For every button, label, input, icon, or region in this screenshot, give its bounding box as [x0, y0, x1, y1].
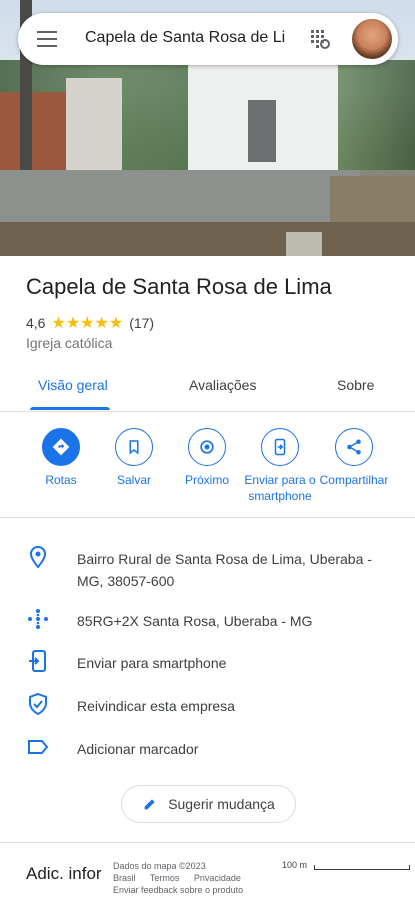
- save-button[interactable]: Salvar: [95, 428, 173, 488]
- send-to-phone-icon: [261, 428, 299, 466]
- rating-value: 4,6: [26, 315, 46, 331]
- directions-button[interactable]: Rotas: [22, 428, 100, 488]
- search-input[interactable]: Capela de Santa Rosa de Lin: [85, 29, 285, 47]
- shield-check-icon: [29, 692, 47, 716]
- tab-overview[interactable]: Visão geral: [38, 377, 108, 393]
- menu-icon[interactable]: [37, 31, 57, 47]
- share-icon: [335, 428, 373, 466]
- location-pin-icon: [29, 545, 47, 569]
- rating-row[interactable]: 4,6 ★★★★★ (17): [26, 313, 154, 333]
- qr-code-icon[interactable]: [308, 27, 332, 51]
- photo-wall: [0, 170, 360, 226]
- search-bar[interactable]: Capela de Santa Rosa de Lin: [18, 13, 398, 65]
- save-label: Salvar: [116, 473, 151, 487]
- tab-about[interactable]: Sobre: [337, 377, 374, 393]
- label-icon: [28, 740, 49, 754]
- map-scale-bar: [314, 865, 410, 870]
- nearby-button[interactable]: Próximo: [168, 428, 246, 488]
- tab-reviews[interactable]: Avaliações: [189, 377, 256, 393]
- send-to-phone-label: Enviar para o smartphone: [244, 473, 316, 503]
- review-count: (17): [129, 315, 155, 331]
- avatar[interactable]: [350, 17, 394, 61]
- directions-icon: [42, 428, 80, 466]
- action-row: Rotas Salvar Próximo Enviar para o smart…: [0, 412, 415, 518]
- place-title: Capela de Santa Rosa de Lima: [26, 274, 332, 299]
- share-label: Compartilhar: [319, 473, 389, 487]
- tab-indicator: [30, 407, 110, 410]
- nearby-icon: [188, 428, 226, 466]
- send-to-phone-button[interactable]: Enviar para o smartphone: [241, 428, 319, 504]
- share-button[interactable]: Compartilhar: [315, 428, 393, 488]
- divider: [0, 842, 415, 843]
- send-phone-text: Enviar para smartphone: [77, 655, 227, 671]
- photo-pillar: [66, 78, 122, 174]
- directions-label: Rotas: [45, 473, 77, 487]
- label-text: Adicionar marcador: [77, 741, 199, 757]
- rating-stars: ★★★★★: [51, 315, 124, 332]
- phone-send-icon: [29, 650, 46, 672]
- plus-code-text: 85RG+2X Santa Rosa, Uberaba - MG: [77, 613, 313, 629]
- feedback-link[interactable]: Enviar feedback sobre o produto: [113, 884, 415, 896]
- bookmark-icon: [115, 428, 153, 466]
- map-scale-label: 100 m: [282, 860, 308, 870]
- terms-link[interactable]: Termos: [150, 873, 180, 883]
- photo-door: [248, 100, 276, 162]
- address-text: Bairro Rural de Santa Rosa de Lima, Uber…: [77, 551, 372, 589]
- privacy-link[interactable]: Privacidade: [194, 873, 241, 883]
- plus-code-icon: [28, 609, 48, 629]
- tab-bar: Visão geral Avaliações Sobre: [0, 366, 415, 412]
- claim-text: Reivindicar esta empresa: [77, 698, 235, 714]
- country-link[interactable]: Brasil: [113, 873, 136, 883]
- pencil-icon: [144, 799, 155, 810]
- suggest-edit-label: Sugerir mudança: [168, 796, 275, 812]
- photo-roof: [0, 92, 70, 172]
- nearby-label: Próximo: [184, 473, 229, 487]
- more-info-heading: Adic. infor: [26, 864, 102, 883]
- photo-ground: [0, 222, 415, 256]
- photo-stone: [286, 232, 322, 256]
- map-attribution: Dados do mapa ©2023 Brasil Termos Privac…: [110, 857, 415, 900]
- suggest-edit-button[interactable]: Sugerir mudança: [121, 785, 296, 823]
- place-category: Igreja católica: [26, 335, 113, 351]
